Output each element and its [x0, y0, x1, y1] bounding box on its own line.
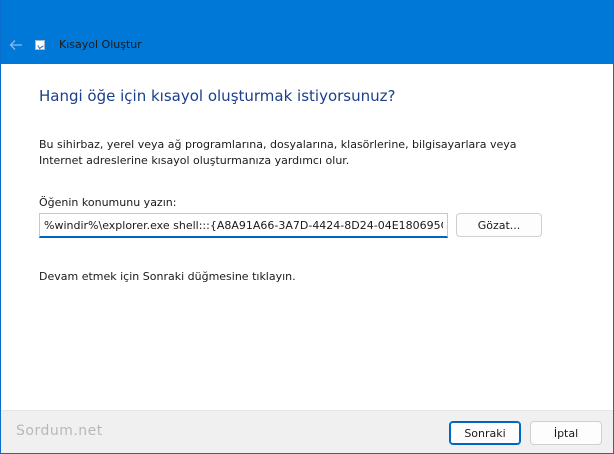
wizard-description: Bu sihirbaz, yerel veya ağ programlarına…: [39, 138, 517, 167]
watermark: Sordum.net: [16, 423, 103, 439]
arrow-left-icon: [9, 40, 22, 50]
shortcut-icon: [35, 40, 45, 50]
browse-button[interactable]: Gözat...: [456, 213, 542, 237]
location-label: Öğenin konumunu yazın:: [39, 196, 177, 209]
location-input[interactable]: [39, 213, 448, 238]
next-hint: Devam etmek için Sonraki düğmesine tıkla…: [39, 270, 296, 283]
next-button[interactable]: Sonraki: [449, 421, 521, 445]
back-button[interactable]: [5, 34, 27, 56]
title-bar: Kısayol Oluştur: [1, 0, 613, 64]
window-title: Kısayol Oluştur: [59, 38, 142, 51]
cancel-button[interactable]: İptal: [530, 421, 602, 445]
wizard-heading: Hangi öğe için kısayol oluşturmak istiyo…: [39, 87, 396, 105]
create-shortcut-window: Kısayol Oluştur Hangi öğe için kısayol o…: [1, 0, 613, 453]
